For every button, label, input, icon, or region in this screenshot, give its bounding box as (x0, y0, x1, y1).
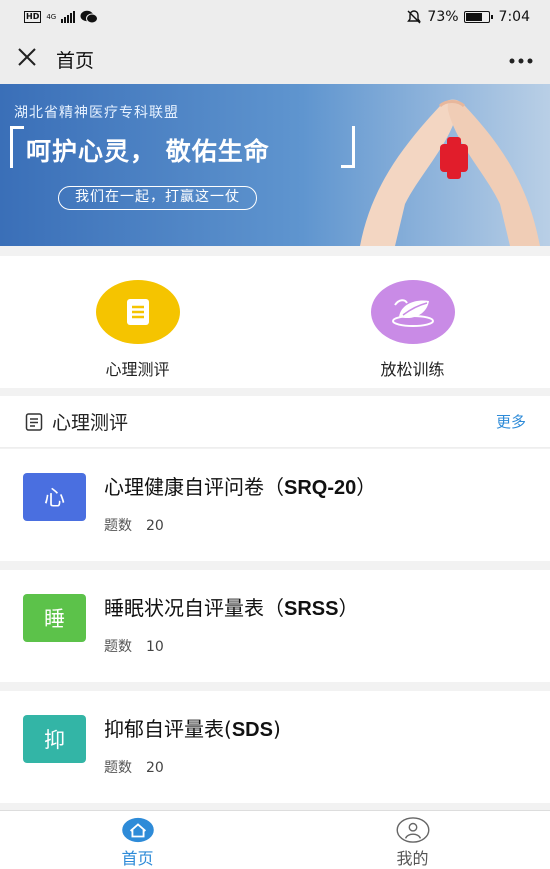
nav-bar: 首页 (0, 34, 550, 84)
more-link[interactable]: 更多 (496, 411, 526, 432)
hd-indicator: HD (24, 11, 42, 23)
shortcut-grid: 心理测评 放松训练 (0, 256, 550, 388)
mute-icon (407, 10, 422, 24)
card-title: 睡眠状况自评量表（SRSS） (104, 596, 359, 620)
section-title: 心理测评 (52, 412, 129, 434)
banner-title: 呵护心灵， 敬佑生命 (26, 137, 270, 166)
banner[interactable]: 湖北省精神医疗专科联盟 呵护心灵， 敬佑生命 我们在一起，打赢这一仗 (0, 84, 550, 246)
card-meta: 题数 20 (104, 518, 164, 534)
close-icon[interactable] (16, 46, 44, 73)
wechat-icon (80, 10, 99, 24)
card-meta: 题数 10 (104, 639, 164, 655)
shortcut-label: 心理测评 (105, 360, 170, 379)
card-badge: 心 (23, 473, 86, 521)
shortcut-relaxation[interactable]: 放松训练 (275, 256, 550, 388)
tab-mine[interactable]: 我的 (275, 811, 550, 869)
section-header: 心理测评 更多 (0, 396, 550, 448)
assessment-card[interactable]: 心 心理健康自评问卷（SRQ-20） 题数 20 (0, 449, 550, 561)
banner-subtitle: 湖北省精神医疗专科联盟 (14, 105, 179, 121)
leaf-icon (391, 299, 434, 327)
card-badge: 抑 (23, 715, 86, 763)
battery-level (465, 13, 482, 21)
shortcut-label: 放松训练 (380, 360, 445, 379)
tab-bar: 首页 我的 (0, 810, 550, 869)
user-icon (396, 817, 429, 843)
network-type: 4G (46, 12, 57, 21)
banner-slogan: 我们在一起，打赢这一仗 (58, 186, 257, 210)
battery-icon (463, 11, 493, 23)
question-count: 10 (146, 639, 164, 655)
question-count: 20 (146, 760, 164, 776)
card-badge: 睡 (23, 594, 86, 642)
shortcut-circle (370, 280, 455, 344)
document-outline-icon (25, 412, 43, 431)
assessment-card[interactable]: 睡 睡眠状况自评量表（SRSS） 题数 10 (0, 570, 550, 682)
card-title: 抑郁自评量表(SDS) (104, 717, 281, 741)
card-title: 心理健康自评问卷（SRQ-20） (104, 475, 377, 499)
card-meta: 题数 20 (104, 760, 164, 776)
status-bar: HD 4G 73% 7:04 (0, 0, 550, 34)
shortcut-circle (95, 280, 180, 344)
shortcut-assessment[interactable]: 心理测评 (0, 256, 275, 388)
page-title: 首页 (56, 49, 95, 72)
signal-icon (61, 11, 76, 23)
tab-label: 我的 (396, 849, 429, 868)
document-icon (126, 299, 149, 325)
tab-home[interactable]: 首页 (0, 811, 275, 869)
assessment-card[interactable]: 抑 抑郁自评量表(SDS) 题数 20 (0, 691, 550, 803)
clock: 7:04 (498, 9, 530, 25)
question-count: 20 (146, 518, 164, 534)
battery-percent: 73% (427, 9, 459, 25)
home-icon (121, 817, 154, 843)
tab-label: 首页 (121, 849, 154, 868)
more-icon[interactable] (508, 48, 534, 70)
